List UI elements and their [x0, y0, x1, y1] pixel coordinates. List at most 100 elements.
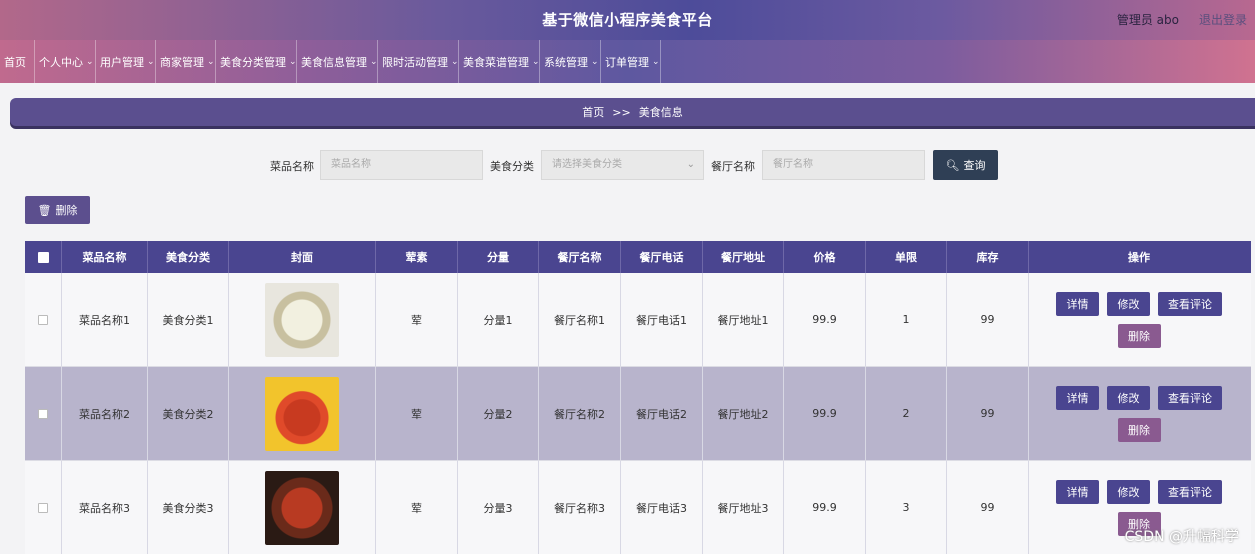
edit-button[interactable]: 修改 — [1107, 385, 1150, 410]
row-select-cell — [25, 273, 62, 366]
cell-name: 菜品名称1 — [62, 273, 148, 366]
nav-item-users[interactable]: 用户管理 ⌄ — [96, 40, 156, 83]
restaurant-input[interactable]: 餐厅名称 — [762, 150, 925, 180]
nav-label: 美食信息管理 — [301, 55, 367, 69]
nav-label: 用户管理 — [100, 55, 144, 69]
column-header: 餐厅电话 — [621, 241, 703, 273]
admin-label: 管理员 abo — [1116, 13, 1179, 27]
cell-category: 美食分类2 — [148, 367, 229, 460]
top-header: 基于微信小程序美食平台 管理员 abo 退出登录 — [0, 0, 1255, 40]
table-header: 菜品名称 美食分类 封面 荤素 分量 餐厅名称 餐厅电话 餐厅地址 价格 单限 … — [25, 241, 1251, 273]
nav-item-system[interactable]: 系统管理 ⌄ — [540, 40, 601, 83]
cell-price: 99.9 — [784, 367, 866, 460]
cell-meat: 荤 — [376, 367, 458, 460]
select-all-checkbox[interactable] — [37, 251, 49, 263]
edit-button[interactable]: 修改 — [1107, 291, 1150, 316]
nav-item-profile[interactable]: 个人中心 ⌄ — [35, 40, 96, 83]
edit-button[interactable]: 修改 — [1107, 479, 1150, 504]
cell-actions: 详情 修改 查看评论 删除 — [1029, 273, 1249, 366]
cell-restaurant: 餐厅名称3 — [539, 461, 621, 554]
column-header: 库存 — [947, 241, 1029, 273]
column-header: 荤素 — [376, 241, 458, 273]
table-row: 菜品名称2 美食分类2 荤 分量2 餐厅名称2 餐厅电话2 餐厅地址2 99.9… — [25, 367, 1251, 461]
nav-label: 美食菜谱管理 — [463, 55, 529, 69]
cell-address: 餐厅地址2 — [703, 367, 784, 460]
cell-portion: 分量3 — [458, 461, 539, 554]
nav-item-food-info[interactable]: 美食信息管理 ⌄ — [297, 40, 378, 83]
cell-portion: 分量2 — [458, 367, 539, 460]
nav-label: 个人中心 — [39, 55, 83, 69]
cell-meat: 荤 — [376, 461, 458, 554]
nav-item-flash-sale[interactable]: 限时活动管理 ⌄ — [378, 40, 459, 83]
nav-item-merchants[interactable]: 商家管理 ⌄ — [156, 40, 216, 83]
detail-button[interactable]: 详情 — [1056, 291, 1099, 316]
cell-limit: 1 — [866, 273, 947, 366]
nav-label: 限时活动管理 — [382, 55, 448, 69]
name-input[interactable]: 菜品名称 — [320, 150, 483, 180]
chevron-down-icon: ⌄ — [289, 56, 297, 67]
view-reviews-button[interactable]: 查看评论 — [1158, 385, 1222, 410]
cell-name: 菜品名称3 — [62, 461, 148, 554]
restaurant-label: 餐厅名称 — [711, 160, 755, 173]
delete-button[interactable]: 删除 — [1117, 323, 1161, 348]
breadcrumb-current: 美食信息 — [638, 106, 683, 119]
chevron-down-icon: ⌄ — [591, 56, 599, 67]
nav-item-food-category[interactable]: 美食分类管理 ⌄ — [216, 40, 297, 83]
cell-restaurant: 餐厅名称2 — [539, 367, 621, 460]
row-checkbox[interactable] — [38, 502, 48, 513]
trash-icon: 🗑 — [37, 203, 52, 217]
cell-cover — [229, 367, 376, 460]
table-row: 菜品名称3 美食分类3 荤 分量3 餐厅名称3 餐厅电话3 餐厅地址3 99.9… — [25, 461, 1251, 554]
view-reviews-button[interactable]: 查看评论 — [1158, 291, 1222, 316]
row-checkbox[interactable] — [38, 314, 48, 325]
chevron-down-icon: ⌄ — [686, 159, 695, 170]
cell-stock: 99 — [947, 273, 1029, 366]
cell-phone: 餐厅电话2 — [621, 367, 703, 460]
chevron-down-icon: ⌄ — [532, 56, 540, 67]
app-title: 基于微信小程序美食平台 — [542, 11, 713, 29]
search-bar: 菜品名称 菜品名称 美食分类 请选择美食分类 ⌄ 餐厅名称 餐厅名称 🔍︎ 查询 — [0, 150, 1255, 180]
category-placeholder: 请选择美食分类 — [552, 159, 622, 170]
query-button[interactable]: 🔍︎ 查询 — [933, 150, 998, 180]
cell-portion: 分量1 — [458, 273, 539, 366]
nav-label: 订单管理 — [605, 55, 649, 69]
cell-limit: 3 — [866, 461, 947, 554]
search-icon: 🔍︎ — [945, 158, 960, 172]
detail-button[interactable]: 详情 — [1056, 385, 1099, 410]
table-row: 菜品名称1 美食分类1 荤 分量1 餐厅名称1 餐厅电话1 餐厅地址1 99.9… — [25, 273, 1251, 367]
cell-phone: 餐厅电话3 — [621, 461, 703, 554]
food-cover-image — [265, 282, 339, 357]
nav-item-orders[interactable]: 订单管理 ⌄ — [601, 40, 661, 83]
column-header: 餐厅地址 — [703, 241, 784, 273]
name-label: 菜品名称 — [270, 160, 314, 173]
chevron-down-icon: ⌄ — [207, 56, 215, 67]
delete-button[interactable]: 删除 — [1117, 417, 1161, 442]
chevron-down-icon: ⌄ — [370, 56, 378, 67]
cell-address: 餐厅地址3 — [703, 461, 784, 554]
cell-actions: 详情 修改 查看评论 删除 — [1029, 367, 1249, 460]
food-table: 菜品名称 美食分类 封面 荤素 分量 餐厅名称 餐厅电话 餐厅地址 价格 单限 … — [25, 241, 1251, 554]
cell-price: 99.9 — [784, 273, 866, 366]
chevron-down-icon: ⌄ — [652, 56, 660, 67]
cell-cover — [229, 273, 376, 366]
breadcrumb: 首页 >> 美食信息 — [10, 98, 1255, 126]
detail-button[interactable]: 详情 — [1056, 479, 1099, 504]
view-reviews-button[interactable]: 查看评论 — [1158, 479, 1222, 504]
chevron-down-icon: ⌄ — [451, 56, 459, 67]
logout-link[interactable]: 退出登录 — [1199, 11, 1247, 28]
cell-phone: 餐厅电话1 — [621, 273, 703, 366]
category-select[interactable]: 请选择美食分类 ⌄ — [541, 150, 704, 180]
breadcrumb-home[interactable]: 首页 — [582, 104, 604, 120]
column-header: 菜品名称 — [62, 241, 148, 273]
nav-item-recipes[interactable]: 美食菜谱管理 ⌄ — [459, 40, 540, 83]
batch-delete-button[interactable]: 🗑 删除 — [25, 196, 90, 224]
cell-price: 99.9 — [784, 461, 866, 554]
watermark: CSDN @升幅科学 — [1124, 529, 1239, 545]
nav-item-home[interactable]: 首页 — [0, 40, 35, 83]
row-checkbox[interactable] — [38, 408, 48, 419]
cell-category: 美食分类3 — [148, 461, 229, 554]
column-header: 价格 — [784, 241, 866, 273]
column-header: 单限 — [866, 241, 947, 273]
cell-address: 餐厅地址1 — [703, 273, 784, 366]
cell-meat: 荤 — [376, 273, 458, 366]
